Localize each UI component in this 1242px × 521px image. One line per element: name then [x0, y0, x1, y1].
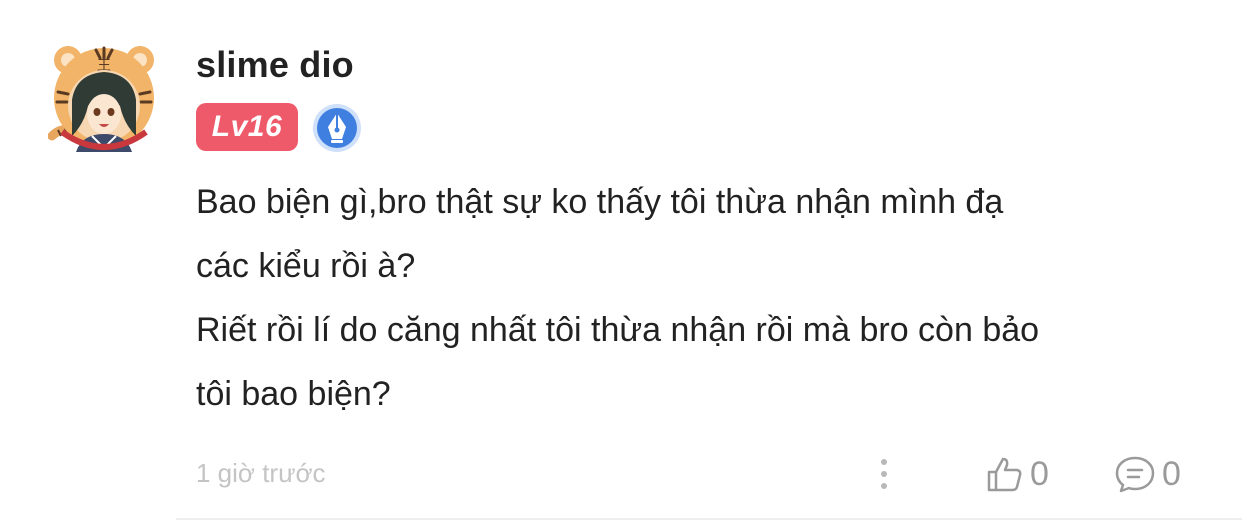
comment-text-line: Bao biện gì,bro thật sự ko thấy tôi thừa… — [196, 183, 1004, 221]
comment-text-line: các kiểu rồi à? — [196, 247, 416, 285]
tiger-hat-avatar-image: 王 — [47, 46, 154, 152]
divider — [176, 518, 1242, 520]
username[interactable]: slime dio — [196, 44, 354, 86]
like-button[interactable]: 0 — [984, 452, 1049, 496]
speech-bubble-icon — [1115, 456, 1155, 493]
reply-button[interactable]: 0 — [1114, 452, 1181, 496]
fountain-pen-badge-icon — [312, 103, 362, 153]
level-badge: Lv16 — [196, 103, 298, 151]
comment-text-line: tôi bao biện? — [196, 375, 391, 413]
comment-text: Bao biện gì,bro thật sự ko thấy tôi thừa… — [196, 170, 1206, 426]
avatar[interactable]: 王 — [47, 40, 160, 152]
comment-text-line: Riết rồi lí do căng nhất tôi thừa nhận r… — [196, 311, 1040, 349]
thumbs-up-icon — [987, 457, 1022, 492]
timestamp: 1 giờ trước — [196, 458, 326, 488]
reply-count: 0 — [1162, 455, 1181, 493]
vertical-dots-icon[interactable] — [868, 452, 900, 496]
comment-item: 王 slime dio Lv16 Bao biện gì,bro thật sự… — [0, 0, 1242, 521]
like-count: 0 — [1030, 455, 1049, 493]
